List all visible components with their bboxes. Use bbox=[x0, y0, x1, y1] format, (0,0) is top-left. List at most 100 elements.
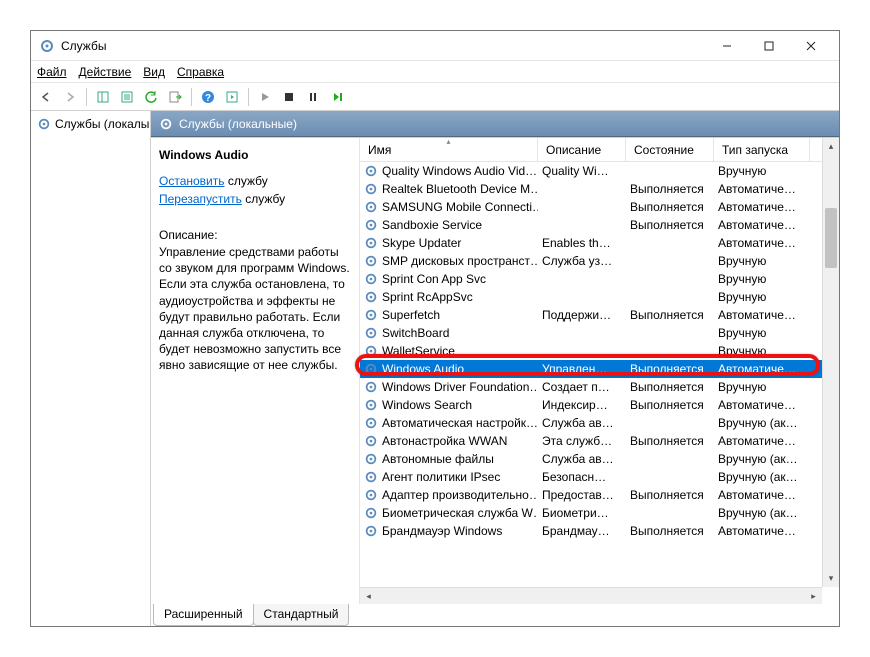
service-row[interactable]: WalletServiceВручную bbox=[360, 342, 839, 360]
gear-icon bbox=[37, 117, 51, 131]
service-desc: Предостав… bbox=[538, 488, 626, 502]
gear-icon bbox=[364, 416, 378, 430]
service-row[interactable]: Агент политики IPsecБезопасн…Вручную (ак… bbox=[360, 468, 839, 486]
service-startup: Вручную bbox=[714, 290, 810, 304]
gear-icon bbox=[364, 380, 378, 394]
sort-asc-icon: ▴ bbox=[446, 137, 450, 146]
titlebar: Службы bbox=[31, 31, 839, 61]
menu-help[interactable]: Справка bbox=[177, 65, 224, 79]
column-startup[interactable]: Тип запуска bbox=[714, 138, 810, 161]
service-desc: Безопасн… bbox=[538, 470, 626, 484]
service-row[interactable]: Windows AudioУправлен…ВыполняетсяАвтомат… bbox=[360, 360, 839, 378]
properties-button[interactable] bbox=[116, 86, 138, 108]
service-startup: Вручную (ак… bbox=[714, 452, 810, 466]
service-row[interactable]: Адаптер производительно…Предостав…Выполн… bbox=[360, 486, 839, 504]
service-startup: Автоматиче… bbox=[714, 182, 810, 196]
scroll-thumb[interactable] bbox=[825, 208, 837, 268]
service-row[interactable]: Skype UpdaterEnables th…Автоматиче… bbox=[360, 234, 839, 252]
service-row[interactable]: Windows SearchИндексир…ВыполняетсяАвтома… bbox=[360, 396, 839, 414]
vertical-scrollbar[interactable]: ▴ ▾ bbox=[822, 138, 839, 587]
pause-service-button[interactable] bbox=[302, 86, 324, 108]
service-startup: Автоматиче… bbox=[714, 434, 810, 448]
restart-link[interactable]: Перезапустить bbox=[159, 192, 242, 206]
service-row[interactable]: Биометрическая служба W…Биометри…Вручную… bbox=[360, 504, 839, 522]
tab-extended[interactable]: Расширенный bbox=[153, 604, 254, 626]
action-button[interactable] bbox=[221, 86, 243, 108]
tree-pane[interactable]: Службы (локалы bbox=[31, 111, 151, 626]
scroll-right-icon[interactable]: ▸ bbox=[805, 588, 822, 604]
service-row[interactable]: Автонастройка WWANЭта служб…ВыполняетсяА… bbox=[360, 432, 839, 450]
start-service-button[interactable] bbox=[254, 86, 276, 108]
close-button[interactable] bbox=[791, 32, 831, 60]
service-row[interactable]: Брандмауэр WindowsБрандмау…ВыполняетсяАв… bbox=[360, 522, 839, 540]
service-name: Sprint RcAppSvc bbox=[382, 290, 473, 304]
service-name: Брандмауэр Windows bbox=[382, 524, 502, 538]
gear-icon bbox=[159, 117, 173, 131]
gear-icon bbox=[364, 200, 378, 214]
service-row[interactable]: SuperfetchПоддержи…ВыполняетсяАвтоматиче… bbox=[360, 306, 839, 324]
service-name: SwitchBoard bbox=[382, 326, 449, 340]
service-row[interactable]: Quality Windows Audio Vid…Quality Wi…Вру… bbox=[360, 162, 839, 180]
services-window: Службы Файл Действие Вид Справка ? bbox=[30, 30, 840, 627]
services-list: Имя▴ Описание Состояние Тип запуска Qual… bbox=[359, 138, 839, 604]
gear-icon bbox=[364, 488, 378, 502]
service-name: Sprint Con App Svc bbox=[382, 272, 486, 286]
tree-root-label: Службы (локалы bbox=[55, 117, 149, 131]
service-row[interactable]: Realtek Bluetooth Device M…ВыполняетсяАв… bbox=[360, 180, 839, 198]
service-row[interactable]: Sprint RcAppSvc Вручную bbox=[360, 288, 839, 306]
service-row[interactable]: Автоматическая настройк…Служба ав…Вручну… bbox=[360, 414, 839, 432]
menu-action[interactable]: Действие bbox=[79, 65, 132, 79]
export-button[interactable] bbox=[164, 86, 186, 108]
service-name: Sandboxie Service bbox=[382, 218, 482, 232]
menu-file[interactable]: Файл bbox=[37, 65, 67, 79]
column-name[interactable]: Имя▴ bbox=[360, 138, 538, 161]
menu-view[interactable]: Вид bbox=[143, 65, 165, 79]
stop-service-button[interactable] bbox=[278, 86, 300, 108]
service-desc: Биометри… bbox=[538, 506, 626, 520]
minimize-button[interactable] bbox=[707, 32, 747, 60]
service-startup: Автоматиче… bbox=[714, 236, 810, 250]
service-startup: Автоматиче… bbox=[714, 398, 810, 412]
window-title: Службы bbox=[61, 39, 707, 53]
column-state[interactable]: Состояние bbox=[626, 138, 714, 161]
service-row[interactable]: SMP дисковых пространст…Служба уз…Вручну… bbox=[360, 252, 839, 270]
gear-icon bbox=[364, 344, 378, 358]
show-hide-tree-button[interactable] bbox=[92, 86, 114, 108]
service-name: Windows Driver Foundation… bbox=[382, 380, 538, 394]
service-startup: Вручную bbox=[714, 344, 810, 358]
restart-service-button[interactable] bbox=[326, 86, 348, 108]
service-row[interactable]: Sandboxie ServiceВыполняетсяАвтоматиче… bbox=[360, 216, 839, 234]
service-row[interactable]: Sprint Con App SvcВручную bbox=[360, 270, 839, 288]
service-desc: Брандмау… bbox=[538, 524, 626, 538]
scroll-left-icon[interactable]: ◂ bbox=[360, 588, 377, 604]
column-description[interactable]: Описание bbox=[538, 138, 626, 161]
scroll-down-icon[interactable]: ▾ bbox=[823, 570, 839, 587]
forward-button[interactable] bbox=[59, 86, 81, 108]
gear-icon bbox=[364, 506, 378, 520]
back-button[interactable] bbox=[35, 86, 57, 108]
service-desc: Служба уз… bbox=[538, 254, 626, 268]
horizontal-scrollbar[interactable]: ◂ ▸ bbox=[360, 587, 822, 604]
tab-standard[interactable]: Стандартный bbox=[253, 604, 350, 626]
tab-strip: Расширенный Стандартный bbox=[151, 604, 839, 626]
service-row[interactable]: SAMSUNG Mobile Connecti…ВыполняетсяАвтом… bbox=[360, 198, 839, 216]
refresh-button[interactable] bbox=[140, 86, 162, 108]
service-name: Windows Search bbox=[382, 398, 472, 412]
help-button[interactable]: ? bbox=[197, 86, 219, 108]
scroll-up-icon[interactable]: ▴ bbox=[823, 138, 839, 155]
service-desc: Эта служб… bbox=[538, 434, 626, 448]
service-startup: Вручную bbox=[714, 380, 810, 394]
gear-icon bbox=[364, 362, 378, 376]
panel-header: Службы (локальные) bbox=[151, 111, 839, 137]
service-state: Выполняется bbox=[626, 488, 714, 502]
service-row[interactable]: Windows Driver Foundation…Создает п…Выпо… bbox=[360, 378, 839, 396]
maximize-button[interactable] bbox=[749, 32, 789, 60]
service-row[interactable]: Автономные файлыСлужба ав…Вручную (ак… bbox=[360, 450, 839, 468]
service-startup: Вручную (ак… bbox=[714, 416, 810, 430]
list-body[interactable]: Quality Windows Audio Vid…Quality Wi…Вру… bbox=[360, 162, 839, 604]
service-startup: Автоматиче… bbox=[714, 200, 810, 214]
svg-text:?: ? bbox=[205, 93, 211, 104]
service-row[interactable]: SwitchBoardВручную bbox=[360, 324, 839, 342]
tree-root-services[interactable]: Службы (локалы bbox=[35, 115, 146, 133]
stop-link[interactable]: Остановить bbox=[159, 174, 225, 188]
